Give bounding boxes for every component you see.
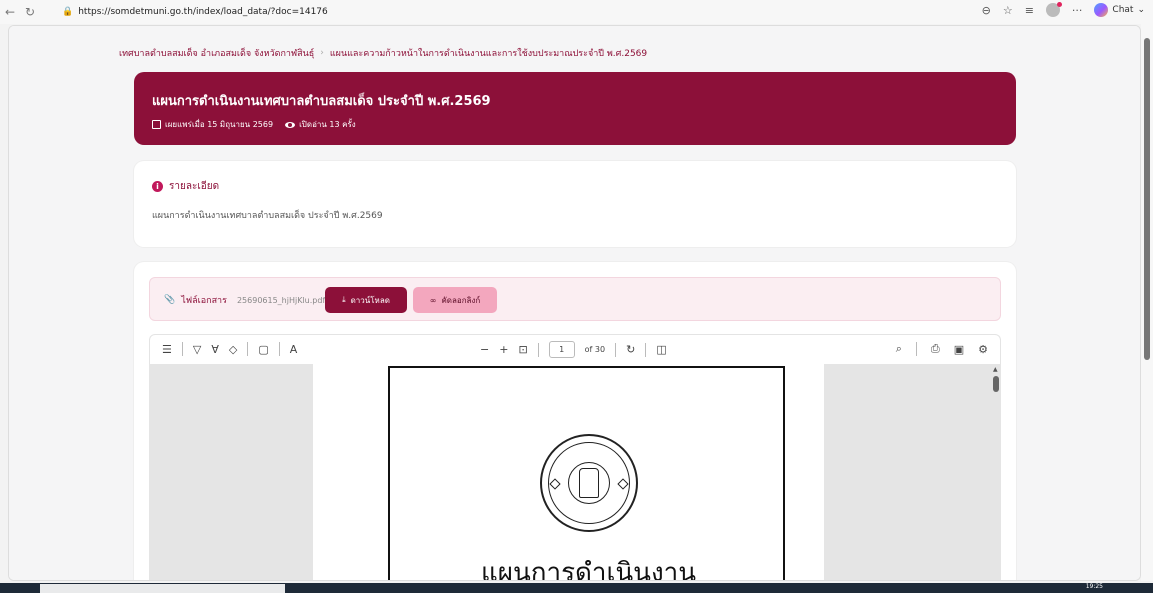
eye-icon xyxy=(285,121,296,128)
copilot-chat-button[interactable]: Chat ⌄ xyxy=(1094,3,1145,17)
file-bar: 📎 ไฟล์เอกสาร 25690615_hjHjKlu.pdf ⤓ ดาวน… xyxy=(149,277,1001,321)
pdf-scroll-thumb[interactable] xyxy=(993,376,999,392)
seal-emblem xyxy=(579,468,599,498)
divider xyxy=(247,342,249,356)
highlight-icon[interactable]: ▽ xyxy=(193,343,201,356)
pdf-page: แผนการดำเนินงาน xyxy=(313,364,824,581)
municipal-seal-icon xyxy=(540,434,638,532)
favorites-list-icon[interactable]: ≡ xyxy=(1025,4,1034,17)
view-count: เปิดอ่าน 13 ครั้ง xyxy=(285,118,356,131)
back-icon[interactable]: ← xyxy=(0,5,20,19)
browser-toolbar: ← ↻ 🔒 https://somdetmuni.go.th/index/loa… xyxy=(0,0,1153,24)
eraser-icon[interactable]: ◇ xyxy=(229,343,237,356)
page-scrollbar[interactable] xyxy=(1141,24,1153,581)
breadcrumb-separator: › xyxy=(320,48,324,58)
rotate-icon[interactable]: ↻ xyxy=(626,343,635,356)
more-icon[interactable]: ··· xyxy=(1072,4,1083,17)
zoom-out-button[interactable]: − xyxy=(480,343,489,356)
contents-icon[interactable]: ☰ xyxy=(162,343,172,356)
download-icon: ⤓ xyxy=(342,295,346,304)
page-count: of 30 xyxy=(584,345,606,354)
zoom-icon[interactable]: ⊖ xyxy=(982,4,991,17)
download-label: ดาวน์โหลด xyxy=(350,295,390,305)
divider xyxy=(645,342,647,357)
file-card: 📎 ไฟล์เอกสาร 25690615_hjHjKlu.pdf ⤓ ดาวน… xyxy=(134,262,1016,581)
page-view-icon[interactable]: ◫ xyxy=(656,343,666,356)
file-label: 📎 ไฟล์เอกสาร 25690615_hjHjKlu.pdf xyxy=(164,293,325,307)
page-title: แผนการดำเนินงานเทศบาลตำบลสมเด็จ ประจำปี … xyxy=(152,94,491,109)
divider xyxy=(915,342,917,356)
document-meta: เผยแพร่เมื่อ 15 มิถุนายน 2569 เปิดอ่าน 1… xyxy=(152,118,356,131)
pdf-toolbar-middle: − + ⊡ 1 of 30 ↻ ◫ xyxy=(480,341,667,358)
page-border: แผนการดำเนินงาน xyxy=(388,366,785,581)
textbox-icon[interactable]: ▢ xyxy=(258,343,268,356)
os-taskbar: 19:25 xyxy=(0,583,1153,593)
link-icon: ∞ xyxy=(429,295,437,305)
breadcrumb-current[interactable]: แผนและความก้าวหน้าในการดำเนินงานและการใช… xyxy=(330,46,647,60)
breadcrumb: เทศบาลตำบลสมเด็จ อำเภอสมเด็จ จังหวัดกาฬส… xyxy=(119,46,647,60)
calendar-icon xyxy=(152,120,161,129)
page-number-input[interactable]: 1 xyxy=(548,341,575,358)
scroll-up-icon[interactable]: ▲ xyxy=(993,366,998,373)
taskbar-search[interactable] xyxy=(40,584,285,593)
divider xyxy=(537,342,539,357)
paperclip-icon: 📎 xyxy=(164,295,176,305)
pdf-scrollbar[interactable]: ▲ xyxy=(991,364,1001,580)
profile-avatar[interactable] xyxy=(1045,2,1062,17)
pdf-toolbar-left: ☰ ▽ ∀ ◇ ▢ A xyxy=(162,342,297,356)
pdf-toolbar-right: ⌕ ⎙ ▣ ⚙ xyxy=(896,342,988,356)
zoom-in-button[interactable]: + xyxy=(499,343,508,356)
chevron-down-icon: ⌄ xyxy=(1137,5,1145,15)
published-text: เผยแพร่เมื่อ 15 มิถุนายน 2569 xyxy=(165,120,274,129)
lock-icon[interactable]: 🔒 xyxy=(62,7,73,17)
file-name: 25690615_hjHjKlu.pdf xyxy=(236,295,326,305)
save-icon[interactable]: ▣ xyxy=(954,343,964,356)
fit-width-icon[interactable]: ⊡ xyxy=(518,343,527,356)
copy-link-button[interactable]: ∞ คัดลอกลิงก์ xyxy=(413,287,497,313)
search-icon[interactable]: ⌕ xyxy=(896,342,902,356)
divider xyxy=(181,342,183,356)
pdf-toolbar: ☰ ▽ ∀ ◇ ▢ A − + ⊡ 1 of 30 ↻ ◫ ⌕ ⎙ ▣ ⚙ xyxy=(149,334,1001,364)
download-button[interactable]: ⤓ ดาวน์โหลด xyxy=(325,287,407,313)
pdf-viewer[interactable]: แผนการดำเนินงาน ▲ xyxy=(149,364,1001,581)
pdf-document-title: แผนการดำเนินงาน xyxy=(480,558,697,581)
copy-link-label: คัดลอกลิงก์ xyxy=(441,295,481,305)
divider xyxy=(278,342,280,356)
url-text: https://somdetmuni.go.th/index/load_data… xyxy=(78,7,328,17)
details-description: แผนการดำเนินงานเทศบาลตำบลสมเด็จ ประจำปี … xyxy=(152,211,383,221)
browser-actions: ⊖ ☆ ≡ ··· Chat ⌄ xyxy=(982,2,1145,17)
read-aloud-icon[interactable]: A xyxy=(290,343,298,356)
taskbar-clock: 19:25 xyxy=(1085,583,1103,590)
breadcrumb-home[interactable]: เทศบาลตำบลสมเด็จ อำเภอสมเด็จ จังหวัดกาฬส… xyxy=(119,46,314,60)
views-text: เปิดอ่าน 13 ครั้ง xyxy=(299,120,356,129)
details-heading-text: รายละเอียด xyxy=(169,181,220,192)
details-card: i รายละเอียด แผนการดำเนินงานเทศบาลตำบลสม… xyxy=(134,161,1016,247)
settings-icon[interactable]: ⚙ xyxy=(978,343,988,356)
favorite-icon[interactable]: ☆ xyxy=(1003,4,1013,17)
chat-label: Chat xyxy=(1112,5,1134,15)
print-icon[interactable]: ⎙ xyxy=(931,342,940,356)
page-content: เทศบาลตำบลสมเด็จ อำเภอสมเด็จ จังหวัดกาฬส… xyxy=(9,26,1140,581)
document-header: แผนการดำเนินงานเทศบาลตำบลสมเด็จ ประจำปี … xyxy=(134,72,1016,145)
draw-icon[interactable]: ∀ xyxy=(211,343,219,356)
info-icon: i xyxy=(152,181,163,192)
address-bar[interactable]: 🔒 https://somdetmuni.go.th/index/load_da… xyxy=(58,3,948,21)
published-date: เผยแพร่เมื่อ 15 มิถุนายน 2569 xyxy=(152,118,273,131)
details-heading: i รายละเอียด xyxy=(152,179,219,194)
copilot-icon xyxy=(1094,3,1109,17)
page-scroll-thumb[interactable] xyxy=(1144,38,1150,360)
reload-icon[interactable]: ↻ xyxy=(20,5,40,19)
divider xyxy=(615,342,617,357)
page-viewport: เทศบาลตำบลสมเด็จ อำเภอสมเด็จ จังหวัดกาฬส… xyxy=(8,25,1141,581)
file-label-text: ไฟล์เอกสาร xyxy=(181,296,227,306)
